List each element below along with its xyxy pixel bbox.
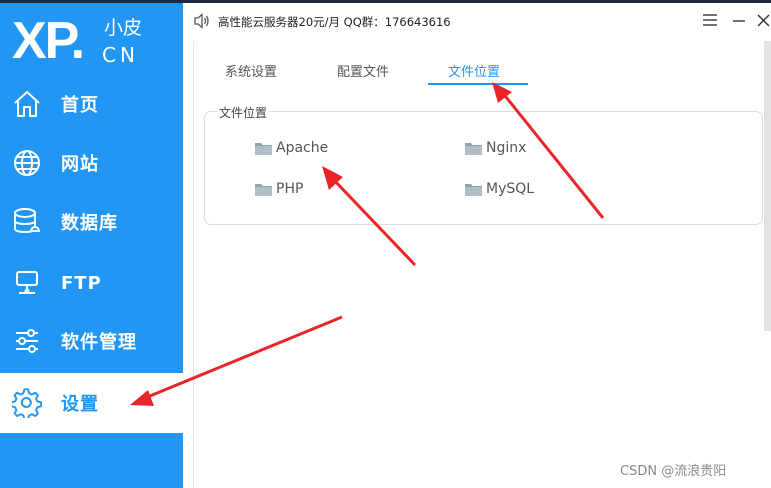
- sidebar-item-software[interactable]: 软件管理: [0, 311, 183, 371]
- server-icon: [10, 266, 44, 300]
- sidebar-item-label: FTP: [61, 272, 102, 294]
- close-icon[interactable]: [755, 11, 771, 29]
- sliders-icon: [10, 324, 44, 358]
- folder-link-label: Apache: [276, 140, 329, 156]
- menu-icon[interactable]: [701, 11, 719, 29]
- nginx-folder-link[interactable]: Nginx: [465, 140, 526, 156]
- sidebar-item-label: 首页: [61, 95, 99, 116]
- group-legend: 文件位置: [217, 104, 270, 121]
- file-location-group: 文件位置 Apache Nginx PHP MySQL: [204, 104, 763, 225]
- active-tab-indicator: [428, 83, 528, 85]
- folder-icon: [465, 184, 482, 196]
- minimize-icon[interactable]: [730, 11, 748, 29]
- sidebar-item-website[interactable]: 网站: [0, 133, 183, 193]
- tab-system-settings[interactable]: 系统设置: [225, 61, 277, 80]
- folder-link-label: MySQL: [486, 181, 535, 197]
- announcement-text[interactable]: 高性能云服务器20元/月 QQ群：176643616: [218, 14, 451, 30]
- tab-bar: 系统设置 配置文件 文件位置: [194, 55, 771, 87]
- watermark-text: CSDN @流浪贵阳: [620, 464, 727, 479]
- folder-link-label: Nginx: [486, 140, 527, 156]
- sidebar-item-label: 设置: [61, 394, 99, 415]
- sidebar-item-home[interactable]: 首页: [0, 74, 183, 134]
- sidebar-item-label: 网站: [61, 154, 99, 175]
- sidebar-item-ftp[interactable]: FTP: [0, 253, 183, 313]
- folder-link-label: PHP: [276, 181, 304, 197]
- home-icon: [10, 87, 44, 121]
- folder-icon: [255, 184, 272, 196]
- top-bar: 高性能云服务器20元/月 QQ群：176643616: [183, 3, 771, 41]
- logo-domain-text: CN: [102, 43, 139, 67]
- tab-file-location[interactable]: 文件位置: [448, 61, 500, 80]
- mysql-folder-link[interactable]: MySQL: [465, 181, 534, 197]
- logo-subtext: 小皮: [104, 17, 143, 39]
- folder-icon: [465, 143, 482, 155]
- vertical-scrollbar[interactable]: [764, 41, 771, 331]
- globe-icon: [10, 146, 44, 180]
- apache-folder-link[interactable]: Apache: [255, 140, 328, 156]
- sidebar: XP. 小皮 CN 首页 网站 数据库 FTP 软件管理 设置: [0, 3, 183, 488]
- sidebar-item-settings[interactable]: 设置: [0, 373, 183, 433]
- tab-config-files[interactable]: 配置文件: [337, 61, 389, 80]
- gear-icon: [10, 386, 44, 420]
- sidebar-item-label: 软件管理: [61, 332, 137, 353]
- sidebar-item-database[interactable]: 数据库: [0, 192, 183, 252]
- database-icon: [10, 205, 44, 239]
- logo-text: XP.: [12, 12, 85, 70]
- app-logo: XP. 小皮 CN: [10, 9, 180, 73]
- speaker-icon: [193, 12, 211, 30]
- folder-icon: [255, 143, 272, 155]
- sidebar-item-label: 数据库: [61, 213, 118, 234]
- php-folder-link[interactable]: PHP: [255, 181, 303, 197]
- main-panel: 系统设置 配置文件 文件位置 文件位置 Apache Nginx PHP MyS…: [193, 41, 771, 488]
